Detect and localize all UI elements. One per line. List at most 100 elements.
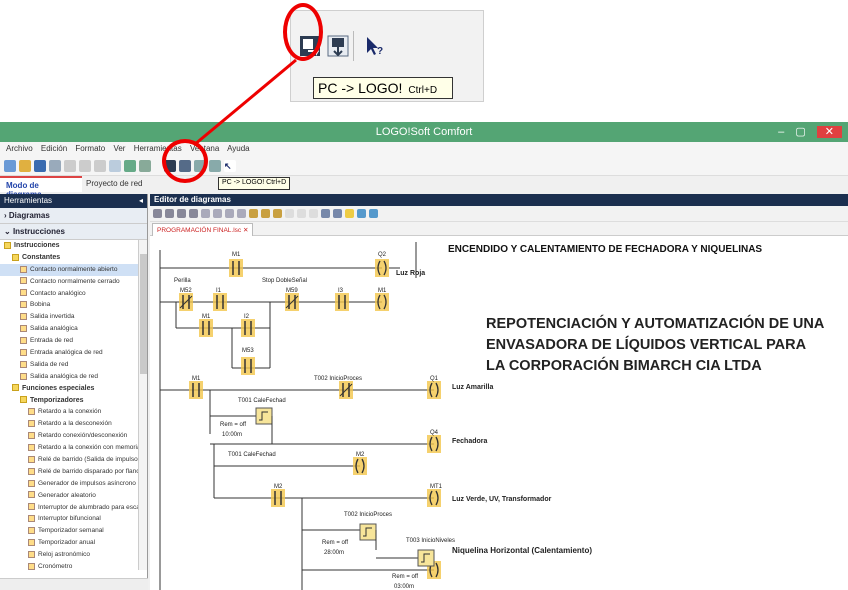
menu-ayuda[interactable]: Ayuda <box>227 144 250 153</box>
coil[interactable] <box>427 435 441 453</box>
tree-item[interactable]: Temporizador anual <box>0 537 147 549</box>
paste-icon[interactable] <box>94 159 106 172</box>
timer-block[interactable] <box>255 407 273 425</box>
contact-no[interactable] <box>189 381 203 399</box>
tree-item[interactable]: Salida analógica <box>0 323 147 335</box>
page-icon[interactable] <box>297 209 306 218</box>
tree-item[interactable]: Generador de impulsos asíncrono <box>0 478 147 490</box>
tree-item[interactable]: Bobina <box>0 299 147 311</box>
align-icon[interactable] <box>213 209 222 218</box>
tree-item[interactable]: Cronómetro <box>0 561 147 570</box>
tree-item[interactable]: Retardo a la conexión con memoria <box>0 442 147 454</box>
copy-icon[interactable] <box>79 159 91 172</box>
timer-block[interactable] <box>359 523 377 541</box>
contact-nc[interactable] <box>179 293 193 311</box>
coil-icon[interactable] <box>273 209 282 218</box>
contact-no-icon[interactable] <box>249 209 258 218</box>
tree-item[interactable]: Salida analógica de red <box>0 371 147 383</box>
collapse-icon[interactable]: ◂ <box>139 194 143 208</box>
convert-icon[interactable] <box>369 209 378 218</box>
split-icon[interactable] <box>201 209 210 218</box>
undo-icon[interactable] <box>124 159 136 172</box>
tree-item[interactable]: Interruptor de alumbrado para escalera <box>0 502 147 514</box>
coil[interactable] <box>427 381 441 399</box>
tree-scrollbar[interactable] <box>138 240 147 570</box>
distribute-icon[interactable] <box>225 209 234 218</box>
layout-icon[interactable] <box>309 209 318 218</box>
tree-item[interactable]: Reloj astronómico <box>0 549 147 561</box>
save-icon[interactable] <box>34 159 46 172</box>
contact-no[interactable] <box>271 489 285 507</box>
route-icon[interactable] <box>237 209 246 218</box>
constants-icon[interactable] <box>177 209 186 218</box>
context-help-icon[interactable]: ? <box>361 33 387 59</box>
delete-icon[interactable] <box>109 159 121 172</box>
contact-no[interactable] <box>199 319 213 337</box>
contact-no[interactable] <box>241 319 255 337</box>
tree-item[interactable]: Generador aleatorio <box>0 490 147 502</box>
coil[interactable] <box>427 489 441 507</box>
tree-item[interactable]: Retardo a la desconexión <box>0 418 147 430</box>
coil[interactable] <box>353 457 367 475</box>
check-icon[interactable] <box>357 209 366 218</box>
tree-item[interactable]: Retardo conexión/desconexión <box>0 430 147 442</box>
zoom-in-icon[interactable] <box>321 209 330 218</box>
new-icon[interactable] <box>4 159 16 172</box>
scrollbar-thumb[interactable] <box>140 254 147 374</box>
coil[interactable] <box>375 259 389 277</box>
redo-icon[interactable] <box>139 159 151 172</box>
tab-diagram-mode[interactable]: Modo de diagrama <box>0 176 82 199</box>
tree-folder[interactable]: Temporizadores <box>0 395 147 407</box>
contact-nc[interactable] <box>285 293 299 311</box>
contact-no[interactable] <box>335 293 349 311</box>
contact-nc[interactable] <box>339 381 353 399</box>
contact-no[interactable] <box>213 293 227 311</box>
tree-item[interactable]: Contacto analógico <box>0 288 147 300</box>
tree-item[interactable]: Salida de red <box>0 359 147 371</box>
menu-edicion[interactable]: Edición <box>41 144 67 153</box>
contact-nc-icon[interactable] <box>261 209 270 218</box>
tree-item[interactable]: Retardo a la conexión <box>0 406 147 418</box>
contact-no[interactable] <box>229 259 243 277</box>
tree-item[interactable]: Contacto normalmente abierto <box>0 263 147 276</box>
menu-formato[interactable]: Formato <box>75 144 105 153</box>
tree-item[interactable]: Entrada de red <box>0 335 147 347</box>
context-help-small-icon[interactable]: ↖ <box>224 159 236 172</box>
section-instrucciones[interactable]: ⌄ Instrucciones <box>0 224 147 240</box>
connect-icon[interactable] <box>165 209 174 218</box>
tree-item[interactable]: Interruptor bifuncional <box>0 513 147 525</box>
tab-programacion-final[interactable]: PROGRAMACIÓN FINAL.lsc ✕ <box>152 223 254 236</box>
tree-item[interactable]: Relé de barrido (Salida de impulsos) <box>0 454 147 466</box>
tree-horizontal-scrollbar[interactable] <box>0 578 148 590</box>
close-button[interactable]: ✕ <box>816 126 842 138</box>
section-diagramas[interactable]: › Diagramas <box>0 208 147 224</box>
print-icon[interactable] <box>49 159 61 172</box>
tree-item[interactable]: Relé de barrido disparado por flancos <box>0 466 147 478</box>
tree-folder[interactable]: Constantes <box>0 252 147 264</box>
online-test-icon[interactable] <box>209 159 221 172</box>
text-icon[interactable] <box>189 209 198 218</box>
block-icon <box>20 336 27 344</box>
tree-folder[interactable]: Instrucciones <box>0 240 147 252</box>
minimize-button[interactable]: – <box>778 126 784 138</box>
open-icon[interactable] <box>19 159 31 172</box>
zoom-out-icon[interactable] <box>333 209 342 218</box>
coil[interactable] <box>375 293 389 311</box>
contact-no[interactable] <box>241 357 255 375</box>
menu-archivo[interactable]: Archivo <box>6 144 33 153</box>
tree-item[interactable]: Contacto normalmente cerrado <box>0 276 147 288</box>
tree-folder[interactable]: Funciones especiales <box>0 383 147 395</box>
cut-icon[interactable] <box>64 159 76 172</box>
timer-block[interactable] <box>417 549 435 567</box>
tab-network-project[interactable]: Proyecto de red <box>82 176 148 192</box>
highlight-icon[interactable] <box>345 209 354 218</box>
maximize-button[interactable]: ▢ <box>795 126 805 138</box>
select-icon[interactable] <box>153 209 162 218</box>
logo-to-pc-icon[interactable] <box>325 33 351 59</box>
menu-ver[interactable]: Ver <box>113 144 125 153</box>
grid-icon[interactable] <box>285 209 294 218</box>
tree-item[interactable]: Salida invertida <box>0 311 147 323</box>
tree-item[interactable]: Temporizador semanal <box>0 525 147 537</box>
tree-item[interactable]: Entrada analógica de red <box>0 347 147 359</box>
ladder-canvas[interactable]: ENCENDIDO Y CALENTAMIENTO DE FECHADORA Y… <box>150 238 848 590</box>
